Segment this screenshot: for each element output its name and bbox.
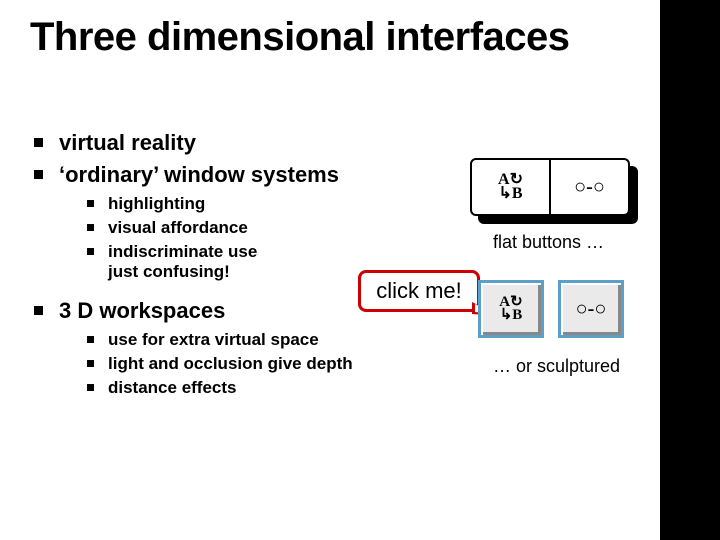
illustration: A↻ ↳B ○-○ flat buttons … click me! — [340, 150, 680, 410]
sub-bullet-text: distance effects — [108, 378, 237, 398]
ab-swap-icon: A↻ ↳B — [499, 295, 522, 323]
bullet-text: virtual reality — [59, 130, 196, 156]
caption-sculptured: … or sculptured — [493, 356, 620, 377]
ab-swap-icon: A↻ ↳B — [498, 172, 523, 202]
sub-bullet-text: indiscriminate use — [108, 242, 257, 261]
bullet-text: ‘ordinary’ window systems — [59, 162, 339, 187]
square-bullet-icon — [87, 224, 94, 231]
square-bullet-icon — [34, 306, 43, 315]
caption-flat: flat buttons … — [493, 232, 604, 253]
square-bullet-icon — [34, 138, 43, 147]
square-bullet-icon — [87, 200, 94, 207]
square-bullet-icon — [34, 170, 43, 179]
square-bullet-icon — [87, 336, 94, 343]
sculpt-button-glasses[interactable]: ○-○ — [558, 280, 624, 338]
sub-bullet-text: visual affordance — [108, 218, 248, 238]
glasses-icon: ○-○ — [576, 299, 607, 319]
square-bullet-icon — [87, 360, 94, 367]
speech-text: click me! — [376, 278, 462, 304]
sub-bullet-text: light and occlusion give depth — [108, 354, 353, 374]
sub-bullet-text: use for extra virtual space — [108, 330, 319, 350]
sculpt-button-ab[interactable]: A↻ ↳B — [478, 280, 544, 338]
slide-title: Three dimensional interfaces — [30, 16, 570, 58]
square-bullet-icon — [87, 384, 94, 391]
slide: Three dimensional interfaces virtual rea… — [0, 0, 720, 540]
sub-bullet-text: just confusing! — [108, 262, 230, 281]
flat-button-ab[interactable]: A↻ ↳B — [472, 160, 549, 214]
panel: A↻ ↳B ○-○ — [470, 158, 630, 216]
square-bullet-icon — [87, 248, 94, 255]
glasses-icon: ○-○ — [574, 177, 605, 197]
sculptured-buttons: A↻ ↳B ○-○ — [478, 280, 624, 338]
flat-button-glasses[interactable]: ○-○ — [551, 160, 628, 214]
sub-bullet-text: highlighting — [108, 194, 205, 214]
speech-bubble: click me! — [358, 270, 480, 312]
bullet-text: 3 D workspaces — [59, 298, 225, 323]
